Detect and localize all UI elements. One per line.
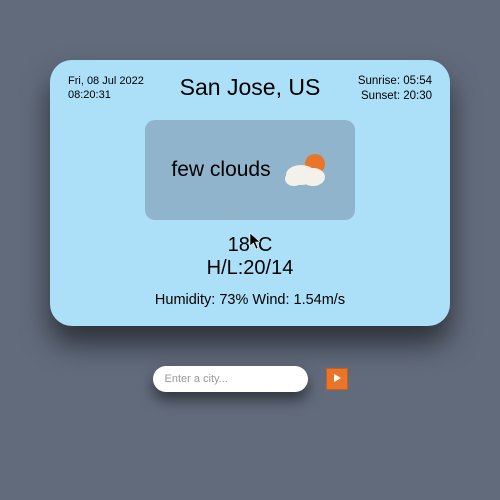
condition-text: few clouds bbox=[171, 158, 270, 182]
temp-value: 18°C bbox=[228, 234, 273, 256]
weather-card: Fri, 08 Jul 2022 08:20:31 San Jose, US S… bbox=[50, 60, 450, 326]
date-text: Fri, 08 Jul 2022 bbox=[68, 74, 158, 88]
humidity-wind-text: Humidity: 73% Wind: 1.54m/s bbox=[155, 292, 345, 308]
sunrise-text: Sunrise: 05:54 bbox=[342, 74, 432, 89]
date-time-block: Fri, 08 Jul 2022 08:20:31 bbox=[68, 74, 158, 103]
play-icon bbox=[332, 370, 342, 388]
condition-box: few clouds bbox=[145, 120, 355, 220]
high-low-text: H/L:20/14 bbox=[207, 257, 294, 280]
location-title: San Jose, US bbox=[158, 74, 342, 101]
city-search-input[interactable] bbox=[153, 366, 308, 392]
search-submit-button[interactable] bbox=[326, 368, 348, 390]
search-row bbox=[153, 366, 348, 392]
time-text: 08:20:31 bbox=[68, 88, 158, 102]
sun-times-block: Sunrise: 05:54 Sunset: 20:30 bbox=[342, 74, 432, 104]
sunset-text: Sunset: 20:30 bbox=[342, 89, 432, 104]
few-clouds-icon bbox=[281, 150, 329, 190]
temperature-text: 18°C bbox=[228, 234, 273, 257]
header-row: Fri, 08 Jul 2022 08:20:31 San Jose, US S… bbox=[68, 74, 432, 104]
